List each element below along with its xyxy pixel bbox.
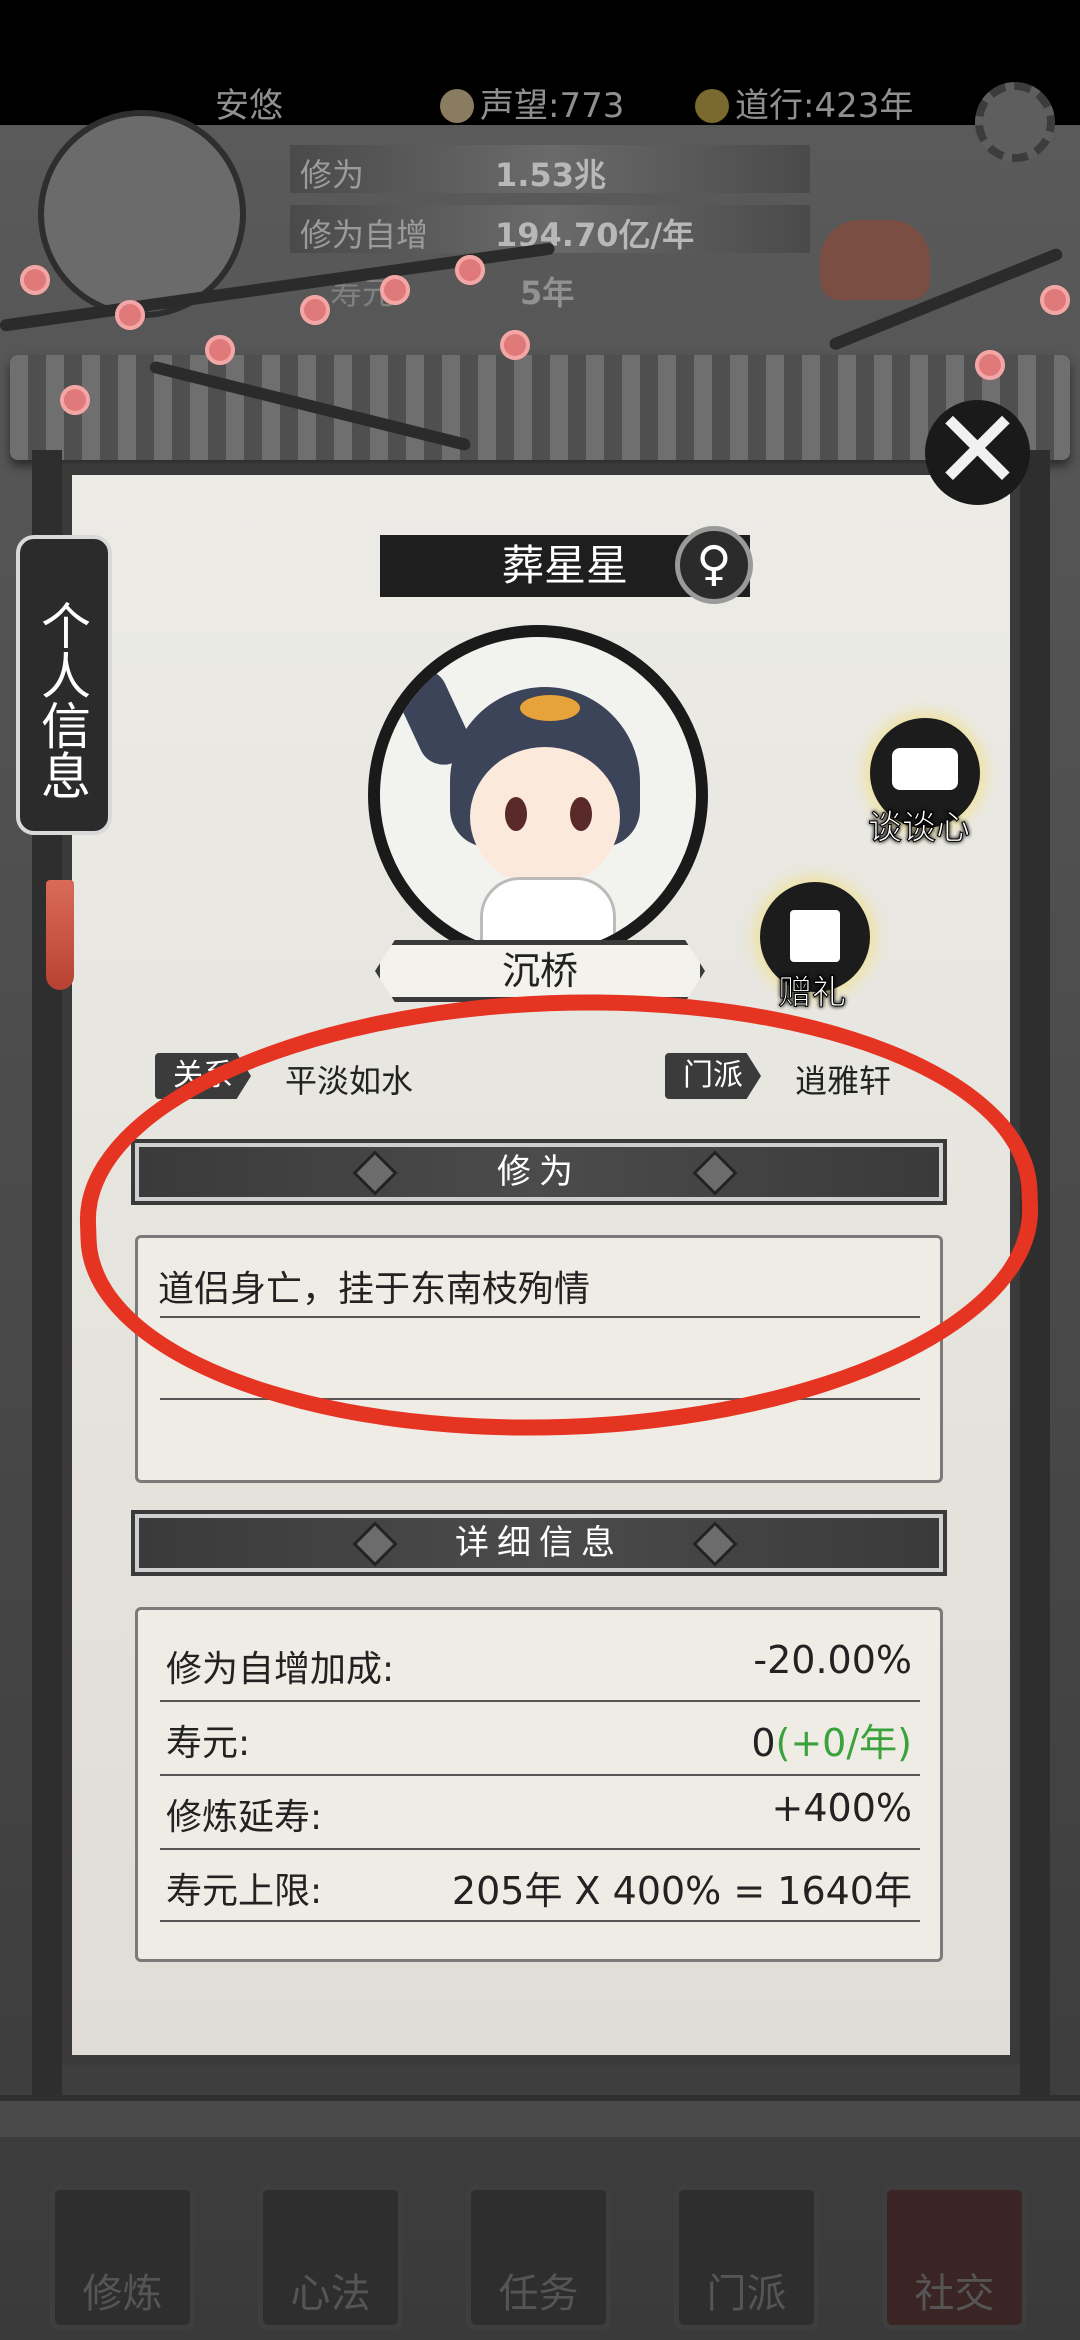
coin-icon [440, 89, 474, 123]
detail-box: 修为自增加成: -20.00% 寿元: 0(+0/年) 修炼延寿: +400% … [135, 1607, 943, 1962]
blossom [1040, 285, 1070, 315]
blossom [300, 295, 330, 325]
settings-gear-icon[interactable] [975, 82, 1055, 162]
detail-label-lifespan-cap: 寿元上限: [166, 1871, 323, 1912]
bottom-beam [0, 2095, 1080, 2137]
close-button[interactable]: ✕ [925, 395, 1030, 505]
reputation: 声望:773 [440, 78, 624, 127]
detail-label-lifespan: 寿元: [166, 1723, 251, 1764]
nav-label: 社交 [914, 2271, 995, 2317]
bag-icon [820, 220, 930, 300]
divider [160, 1700, 920, 1702]
blossom [60, 385, 90, 415]
bg-lifespan-value: 5年 [520, 274, 575, 312]
hair-ornament [520, 695, 580, 721]
daoxing: 道行:423年 [695, 78, 913, 127]
bg-cultivation-label: 修为 [300, 156, 365, 194]
speech-bubble-icon [892, 748, 958, 790]
nav-cultivate[interactable]: 修炼 [50, 2185, 195, 2330]
nav-label: 心法 [290, 2271, 371, 2317]
female-gender-icon: ♀ [675, 526, 753, 604]
bg-cultivation-value: 1.53兆 [495, 156, 606, 194]
detail-value-lifespan-cap: 205年 X 400% = 1640年 [451, 1869, 912, 1913]
nav-label: 门派 [706, 2271, 787, 2317]
nav-sect[interactable]: 门派 [674, 2185, 819, 2330]
detail-value-lifespan: 0(+0/年) [751, 1721, 912, 1765]
tassel-ornament [46, 880, 74, 990]
yin-yang-icon [695, 89, 729, 123]
detail-section-title: 详细信息 [455, 1523, 623, 1563]
divider [160, 1920, 920, 1922]
nav-tasks[interactable]: 任务 [466, 2185, 611, 2330]
divider [160, 1848, 920, 1850]
detail-section-header: 详细信息 [131, 1510, 947, 1576]
title-tag: 沉桥 [375, 940, 705, 1002]
detail-value-longevity: +400% [771, 1786, 912, 1830]
player-avatar [38, 110, 246, 318]
chat-label: 谈谈心 [868, 808, 971, 849]
detail-label-growth-bonus: 修为自增加成: [166, 1649, 395, 1690]
blossom [20, 265, 50, 295]
portrait-eye [570, 797, 592, 831]
blossom [455, 255, 485, 285]
portrait-eye [505, 797, 527, 831]
blossom [205, 335, 235, 365]
blossom [115, 300, 145, 330]
gift-box-icon [790, 910, 840, 962]
divider [160, 1774, 920, 1776]
nav-techniques[interactable]: 心法 [258, 2185, 403, 2330]
gift-label: 赠礼 [778, 973, 847, 1014]
nav-social[interactable]: 社交 [882, 2185, 1027, 2330]
portrait-face [470, 747, 620, 887]
character-portrait [368, 625, 708, 965]
blossom [380, 275, 410, 305]
character-title: 沉桥 [501, 949, 578, 993]
tab-label: 个人信息 [33, 600, 91, 800]
bg-growth-label: 修为自增 [300, 216, 429, 254]
tab-personal-info[interactable]: 个人信息 [16, 535, 112, 835]
blossom [500, 330, 530, 360]
blossom [975, 350, 1005, 380]
nav-label: 任务 [498, 2271, 579, 2317]
scroll-pillar-right [1020, 450, 1050, 2110]
nav-label: 修炼 [82, 2271, 163, 2317]
detail-value-growth-bonus: -20.00% [753, 1638, 912, 1682]
detail-label-longevity: 修炼延寿: [166, 1797, 323, 1838]
username: 安悠 [215, 86, 283, 126]
